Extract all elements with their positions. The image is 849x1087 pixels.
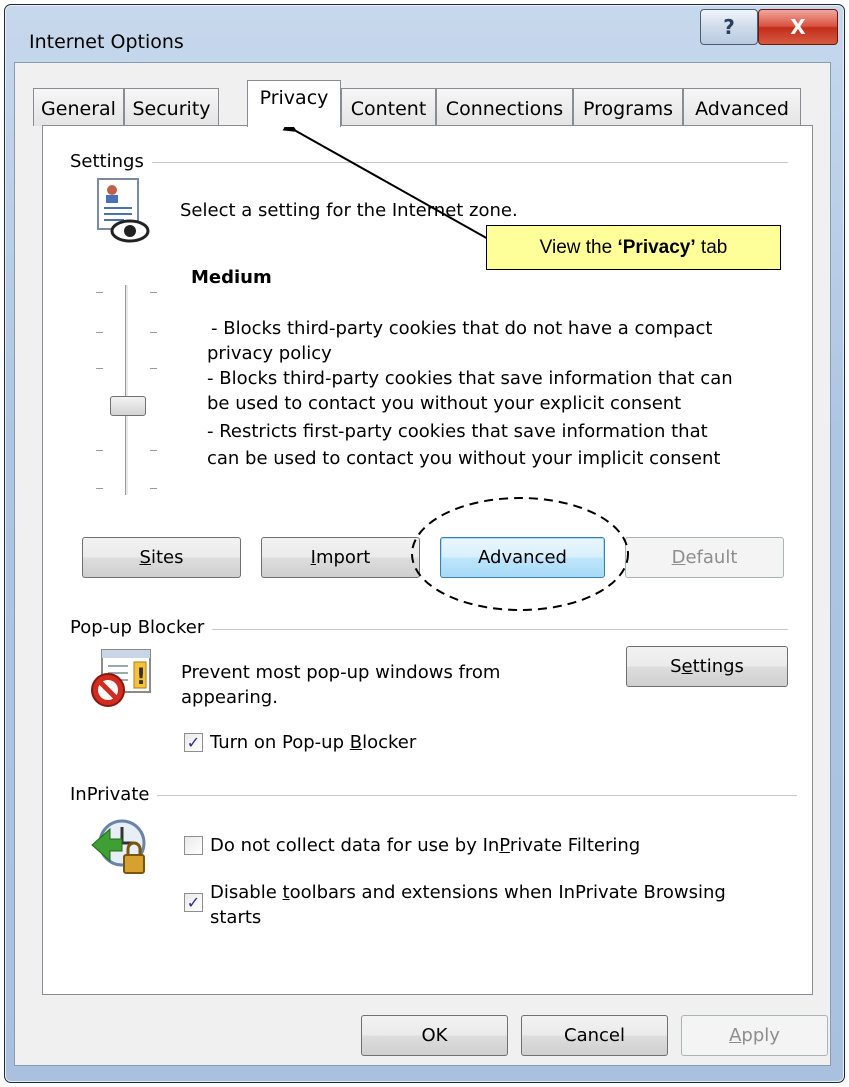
- settings-group-line: [70, 162, 788, 163]
- window-title: Internet Options: [29, 31, 184, 53]
- label-text: Do not collect data for use by In: [210, 835, 500, 856]
- label-text: rivate Filtering: [509, 835, 641, 856]
- popup-blocker-checkbox-label[interactable]: Turn on Pop-up Blocker: [210, 731, 416, 755]
- button-text: Advanced: [478, 547, 567, 568]
- sites-button[interactable]: Sites: [82, 537, 241, 578]
- advanced-button[interactable]: Advanced: [440, 537, 605, 578]
- label-accel: t: [282, 882, 290, 903]
- checkmark-icon: ✓: [186, 733, 201, 752]
- slider-tick: [96, 332, 103, 333]
- slider-tick: [150, 450, 157, 451]
- import-button[interactable]: Import: [261, 537, 420, 578]
- privacy-slider-thumb[interactable]: [110, 396, 146, 416]
- popup-description-line: Prevent most pop-up windows from: [181, 662, 501, 683]
- tab-content[interactable]: Content: [341, 88, 436, 126]
- tab-label: Privacy: [259, 87, 329, 109]
- label-accel: B: [349, 732, 363, 753]
- button-accel: A: [729, 1025, 742, 1046]
- callout-box: View the ‘Privacy’ tab: [486, 225, 781, 270]
- help-button[interactable]: ?: [700, 9, 758, 45]
- privacy-slider-track[interactable]: [125, 285, 129, 495]
- cancel-button[interactable]: Cancel: [521, 1015, 668, 1056]
- button-text: Cancel: [564, 1025, 625, 1046]
- inprivate-group-label: InPrivate: [70, 784, 158, 805]
- slider-tick: [150, 368, 157, 369]
- label-accel: P: [499, 835, 510, 856]
- tab-label: Connections: [445, 97, 564, 120]
- settings-group-label: Settings: [70, 151, 152, 172]
- ok-button[interactable]: OK: [361, 1015, 508, 1056]
- callout-text: View the: [539, 236, 618, 258]
- callout-text: tab: [695, 236, 728, 258]
- tab-label: General: [41, 97, 116, 120]
- popup-blocker-checkbox[interactable]: ✓: [184, 733, 203, 752]
- label-text: Disable: [210, 882, 283, 903]
- inprivate-filtering-label[interactable]: Do not collect data for use by InPrivate…: [210, 834, 640, 858]
- tab-connections[interactable]: Connections: [436, 88, 573, 126]
- settings-instruction: Select a setting for the Internet zone.: [180, 200, 518, 221]
- button-accel: D: [671, 547, 686, 568]
- privacy-description-line: privacy policy: [207, 343, 332, 364]
- privacy-description-line: - Restricts first-party cookies that sav…: [207, 421, 708, 442]
- tab-programs[interactable]: Programs: [573, 88, 683, 126]
- tab-advanced[interactable]: Advanced: [683, 88, 801, 126]
- inprivate-group-line: [70, 795, 797, 796]
- disable-toolbars-label-line2: starts: [210, 907, 262, 928]
- popup-description-line: appearing.: [181, 687, 278, 708]
- popup-settings-button[interactable]: Se ttings: [626, 646, 788, 687]
- title-bar[interactable]: Internet Options ? X: [5, 5, 844, 67]
- button-text: mport: [315, 547, 371, 568]
- tab-label: Content: [350, 97, 427, 120]
- close-button[interactable]: X: [758, 9, 838, 45]
- slider-tick: [96, 292, 103, 293]
- tab-security[interactable]: Security: [124, 88, 219, 126]
- popup-group-label: Pop-up Blocker: [70, 617, 213, 638]
- slider-tick: [96, 488, 103, 489]
- default-button[interactable]: Default: [625, 537, 784, 578]
- privacy-description-line: can be used to contact you without your …: [207, 448, 721, 469]
- button-accel: e: [681, 656, 693, 677]
- callout-emphasis: ‘Privacy’: [617, 236, 696, 258]
- label-text: locker: [362, 732, 417, 753]
- privacy-description-line: - Blocks third-party cookies that do not…: [211, 318, 713, 339]
- tab-label: Programs: [582, 97, 674, 120]
- disable-toolbars-label[interactable]: Disable toolbars and extensions when InP…: [210, 881, 726, 905]
- tab-label: Security: [132, 97, 211, 120]
- slider-tick: [96, 368, 103, 369]
- tab-label: Advanced: [695, 97, 789, 120]
- slider-tick: [150, 332, 157, 333]
- slider-tick: [96, 450, 103, 451]
- inprivate-filtering-checkbox[interactable]: [184, 836, 203, 855]
- button-text: OK: [421, 1025, 448, 1046]
- button-text: ites: [150, 547, 184, 568]
- disable-toolbars-checkbox[interactable]: ✓: [184, 893, 203, 912]
- button-text: ttings: [692, 656, 744, 677]
- button-accel: S: [139, 547, 151, 568]
- checkmark-icon: ✓: [186, 893, 201, 912]
- apply-button[interactable]: Apply: [681, 1015, 828, 1056]
- help-icon: ?: [723, 15, 735, 39]
- privacy-level-name: Medium: [191, 267, 272, 288]
- close-icon: X: [790, 15, 806, 39]
- label-text: oolbars and extensions when InPrivate Br…: [289, 882, 726, 903]
- privacy-description-line: be used to contact you without your expl…: [207, 393, 682, 414]
- privacy-description-line: - Blocks third-party cookies that save i…: [207, 368, 733, 389]
- button-text: efault: [685, 547, 738, 568]
- tab-general[interactable]: General: [33, 88, 124, 126]
- slider-tick: [150, 488, 157, 489]
- button-text: pply: [741, 1025, 780, 1046]
- label-text: Turn on Pop-up: [210, 732, 350, 753]
- slider-tick: [150, 292, 157, 293]
- button-text: S: [670, 656, 682, 677]
- tab-privacy[interactable]: Privacy: [247, 80, 341, 127]
